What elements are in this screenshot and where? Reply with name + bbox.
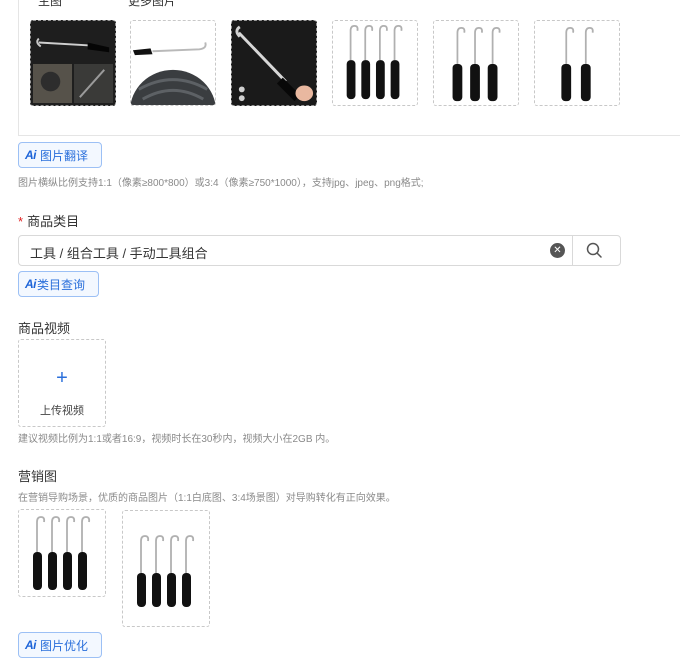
video-hint: 建议视频比例为1:1或者16:9，视频时长在30秒内，视频大小在2GB 内。 [18, 434, 336, 445]
product-image-2[interactable] [130, 20, 216, 106]
upload-video-button[interactable]: + 上传视频 [18, 339, 106, 427]
ai-image-optimize-label: 图片优化 [40, 638, 89, 653]
marketing-image-1[interactable] [18, 509, 106, 597]
ai-image-translate-label: 图片翻译 [40, 148, 89, 163]
image-hint: 图片横纵比例支持1:1（像素≥800*800）或3:4（像素≥750*1000）… [18, 178, 424, 189]
category-value: 工具 / 组合工具 / 手动工具组合 [30, 246, 208, 261]
video-label: 商品视频 [18, 321, 71, 336]
clear-icon[interactable]: ✕ [550, 243, 565, 258]
product-image-4[interactable] [332, 20, 418, 106]
upload-video-label: 上传视频 [40, 405, 84, 417]
search-icon[interactable] [585, 241, 605, 261]
ai-category-query-label: 类目查询 [37, 277, 86, 292]
plus-icon: + [56, 367, 68, 389]
ai-icon: Ai [25, 277, 37, 291]
ai-image-optimize-button[interactable]: Ai 图片优化 [18, 632, 102, 658]
marketing-image-2[interactable] [122, 510, 210, 627]
ai-icon: Ai [25, 638, 37, 652]
marketing-hint: 在营销导购场景，优质的商品图片（1:1白底图、3:4场景图）对导购转化有正向效果… [18, 493, 396, 504]
product-image-3[interactable] [231, 20, 317, 106]
product-image-1[interactable] [30, 20, 116, 106]
category-label: * 商品类目 [18, 214, 80, 229]
divider [572, 236, 573, 265]
product-image-6[interactable] [534, 20, 620, 106]
ai-category-query-button[interactable]: Ai 类目查询 [18, 271, 99, 297]
required-mark: * [18, 214, 24, 229]
category-input[interactable]: 工具 / 组合工具 / 手动工具组合 ✕ [18, 235, 621, 266]
marketing-label: 营销图 [18, 469, 58, 484]
product-image-5[interactable] [433, 20, 519, 106]
ai-image-translate-button[interactable]: Ai 图片翻译 [18, 142, 102, 168]
ai-icon: Ai [25, 148, 37, 162]
